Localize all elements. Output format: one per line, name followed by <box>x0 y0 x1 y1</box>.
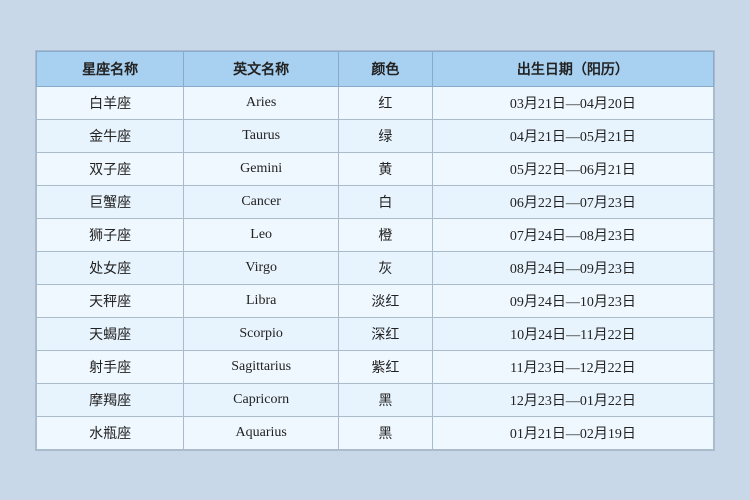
table-header-row: 星座名称 英文名称 颜色 出生日期（阳历） <box>37 51 714 86</box>
cell-chinese-name: 天蝎座 <box>37 317 184 350</box>
cell-english-name: Gemini <box>184 152 339 185</box>
cell-dates: 10月24日—11月22日 <box>432 317 713 350</box>
cell-color: 黄 <box>339 152 433 185</box>
cell-dates: 03月21日—04月20日 <box>432 86 713 119</box>
cell-dates: 08月24日—09月23日 <box>432 251 713 284</box>
cell-dates: 07月24日—08月23日 <box>432 218 713 251</box>
table-row: 狮子座Leo橙07月24日—08月23日 <box>37 218 714 251</box>
table-row: 金牛座Taurus绿04月21日—05月21日 <box>37 119 714 152</box>
table-row: 处女座Virgo灰08月24日—09月23日 <box>37 251 714 284</box>
cell-color: 红 <box>339 86 433 119</box>
header-dates: 出生日期（阳历） <box>432 51 713 86</box>
cell-english-name: Virgo <box>184 251 339 284</box>
cell-color: 紫红 <box>339 350 433 383</box>
cell-english-name: Leo <box>184 218 339 251</box>
cell-english-name: Cancer <box>184 185 339 218</box>
cell-english-name: Aries <box>184 86 339 119</box>
cell-english-name: Capricorn <box>184 383 339 416</box>
cell-dates: 06月22日—07月23日 <box>432 185 713 218</box>
table-body: 白羊座Aries红03月21日—04月20日金牛座Taurus绿04月21日—0… <box>37 86 714 449</box>
cell-chinese-name: 白羊座 <box>37 86 184 119</box>
cell-color: 淡红 <box>339 284 433 317</box>
cell-english-name: Libra <box>184 284 339 317</box>
cell-dates: 11月23日—12月22日 <box>432 350 713 383</box>
cell-dates: 09月24日—10月23日 <box>432 284 713 317</box>
cell-chinese-name: 双子座 <box>37 152 184 185</box>
cell-english-name: Aquarius <box>184 416 339 449</box>
zodiac-table-container: 星座名称 英文名称 颜色 出生日期（阳历） 白羊座Aries红03月21日—04… <box>35 50 715 451</box>
cell-english-name: Scorpio <box>184 317 339 350</box>
cell-dates: 12月23日—01月22日 <box>432 383 713 416</box>
table-row: 射手座Sagittarius紫红11月23日—12月22日 <box>37 350 714 383</box>
cell-chinese-name: 射手座 <box>37 350 184 383</box>
cell-english-name: Taurus <box>184 119 339 152</box>
cell-chinese-name: 天秤座 <box>37 284 184 317</box>
cell-color: 白 <box>339 185 433 218</box>
cell-color: 黑 <box>339 416 433 449</box>
cell-dates: 01月21日—02月19日 <box>432 416 713 449</box>
cell-color: 深红 <box>339 317 433 350</box>
table-row: 摩羯座Capricorn黑12月23日—01月22日 <box>37 383 714 416</box>
cell-color: 黑 <box>339 383 433 416</box>
cell-dates: 05月22日—06月21日 <box>432 152 713 185</box>
table-row: 双子座Gemini黄05月22日—06月21日 <box>37 152 714 185</box>
header-chinese-name: 星座名称 <box>37 51 184 86</box>
zodiac-table: 星座名称 英文名称 颜色 出生日期（阳历） 白羊座Aries红03月21日—04… <box>36 51 714 450</box>
cell-chinese-name: 金牛座 <box>37 119 184 152</box>
header-color: 颜色 <box>339 51 433 86</box>
cell-color: 灰 <box>339 251 433 284</box>
cell-chinese-name: 狮子座 <box>37 218 184 251</box>
table-row: 水瓶座Aquarius黑01月21日—02月19日 <box>37 416 714 449</box>
header-english-name: 英文名称 <box>184 51 339 86</box>
cell-chinese-name: 处女座 <box>37 251 184 284</box>
cell-chinese-name: 巨蟹座 <box>37 185 184 218</box>
cell-chinese-name: 水瓶座 <box>37 416 184 449</box>
table-row: 天秤座Libra淡红09月24日—10月23日 <box>37 284 714 317</box>
table-row: 天蝎座Scorpio深红10月24日—11月22日 <box>37 317 714 350</box>
table-row: 白羊座Aries红03月21日—04月20日 <box>37 86 714 119</box>
cell-chinese-name: 摩羯座 <box>37 383 184 416</box>
cell-dates: 04月21日—05月21日 <box>432 119 713 152</box>
cell-english-name: Sagittarius <box>184 350 339 383</box>
table-row: 巨蟹座Cancer白06月22日—07月23日 <box>37 185 714 218</box>
cell-color: 绿 <box>339 119 433 152</box>
cell-color: 橙 <box>339 218 433 251</box>
